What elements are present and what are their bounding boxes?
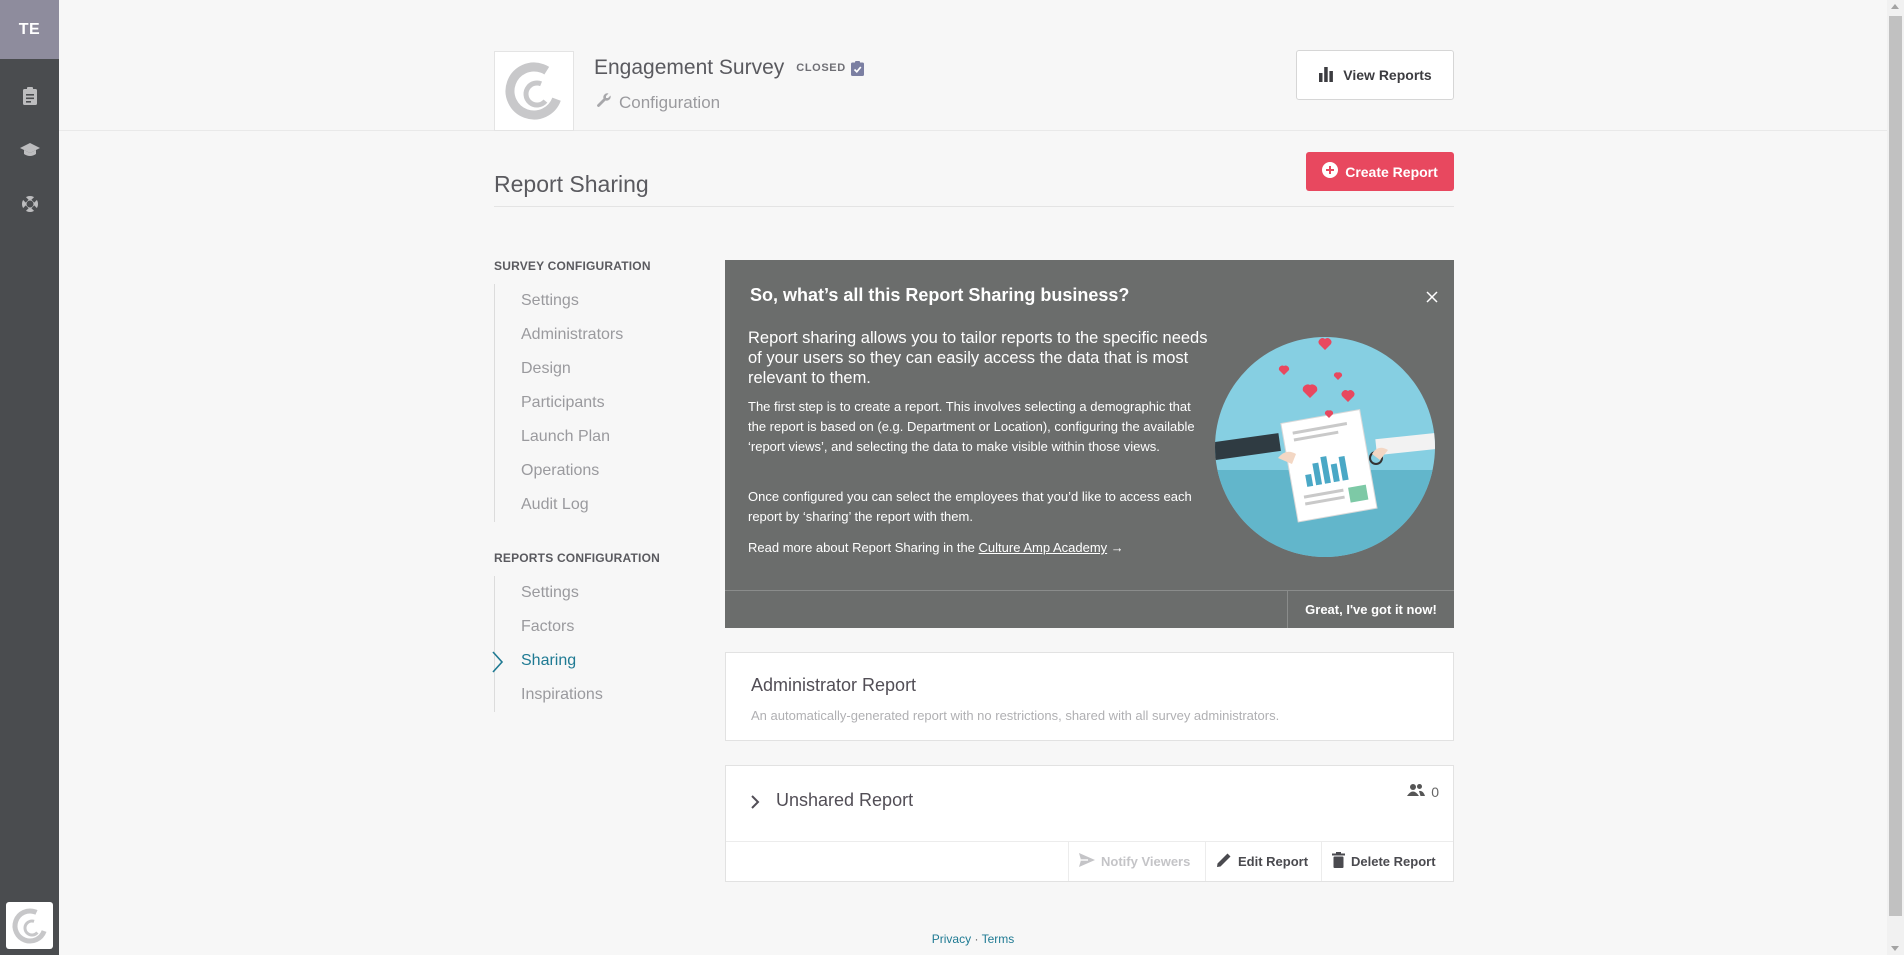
nav-sharing-label: Sharing (521, 652, 577, 669)
nav-participants[interactable]: Participants (495, 386, 654, 420)
graduation-cap-icon[interactable] (0, 123, 59, 177)
clipboard-check-icon (850, 60, 864, 76)
privacy-link[interactable]: Privacy (932, 932, 971, 946)
nav-factors[interactable]: Factors (495, 610, 654, 644)
delete-report-button[interactable]: Delete Report (1321, 842, 1446, 881)
footer-links: Privacy · Terms (0, 932, 1904, 946)
survey-subtitle: Configuration (619, 92, 721, 112)
status-badge: CLOSED (796, 62, 846, 74)
close-icon[interactable] (1426, 290, 1438, 308)
lifebuoy-icon[interactable] (0, 177, 59, 231)
send-icon (1079, 853, 1095, 870)
nav-sharing[interactable]: Sharing (492, 644, 654, 678)
plus-circle-icon (1322, 162, 1339, 181)
page-scrollbar[interactable] (1887, 0, 1904, 955)
scroll-down-arrow-icon[interactable] (1891, 946, 1899, 951)
administrator-report-description: An automatically-generated report with n… (751, 708, 1280, 723)
page-title: Report Sharing (494, 171, 649, 197)
nav-survey-settings[interactable]: Settings (495, 284, 654, 318)
footer-separator: · (971, 932, 982, 946)
nav-report-settings[interactable]: Settings (495, 576, 654, 610)
info-title: So, what’s all this Report Sharing busin… (750, 285, 1130, 305)
survey-configuration-nav: Settings Administrators Design Participa… (494, 284, 654, 522)
info-read-more-arrow: → (1107, 540, 1124, 555)
survey-configuration-heading: SURVEY CONFIGURATION (494, 259, 651, 273)
info-lead: Report sharing allows you to tailor repo… (748, 329, 1208, 387)
info-paragraph-2: Once configured you can select the emplo… (748, 489, 1192, 524)
user-avatar[interactable]: TE (0, 0, 59, 59)
pencil-icon (1216, 852, 1232, 871)
nav-audit-log[interactable]: Audit Log (495, 488, 654, 522)
create-report-label: Create Report (1345, 163, 1438, 180)
survey-subtitle-row: Configuration (596, 92, 720, 113)
notify-viewers-label: Notify Viewers (1101, 854, 1191, 869)
viewer-count: 0 (1407, 783, 1439, 800)
scroll-thumb[interactable] (1889, 16, 1902, 916)
reports-configuration-nav: Settings Factors Sharing Inspirations (492, 576, 654, 712)
delete-report-label: Delete Report (1351, 854, 1436, 869)
create-report-button[interactable]: Create Report (1306, 152, 1454, 191)
administrator-report-card[interactable]: Administrator Report An automatically-ge… (725, 652, 1454, 741)
info-paragraph-3: Read more about Report Sharing in the Cu… (748, 538, 1208, 558)
nav-launch-plan[interactable]: Launch Plan (495, 420, 654, 454)
people-icon (1407, 783, 1426, 800)
chevron-right-icon[interactable] (750, 794, 760, 815)
edit-report-button[interactable]: Edit Report (1205, 842, 1318, 881)
view-reports-label: View Reports (1343, 67, 1432, 83)
title-divider (494, 206, 1454, 207)
bar-chart-icon (1318, 66, 1334, 85)
trash-icon (1332, 852, 1345, 871)
edit-report-label: Edit Report (1238, 854, 1309, 869)
report-sharing-illustration (1208, 330, 1438, 565)
nav-design[interactable]: Design (495, 352, 654, 386)
viewer-count-value: 0 (1431, 783, 1439, 800)
clipboard-icon[interactable] (0, 69, 59, 123)
terms-link[interactable]: Terms (982, 932, 1015, 946)
scroll-up-arrow-icon[interactable] (1891, 4, 1899, 9)
nav-inspirations[interactable]: Inspirations (495, 678, 654, 712)
unshared-report-actions: Notify Viewers Edit Report Delete Report (726, 841, 1453, 881)
info-read-more-prefix: Read more about Report Sharing in the (748, 540, 979, 555)
survey-title: Engagement Survey (594, 56, 785, 79)
info-footer: Great, I've got it now! (725, 590, 1454, 628)
report-sharing-info-panel: So, what’s all this Report Sharing busin… (725, 260, 1454, 628)
got-it-button[interactable]: Great, I've got it now! (1287, 591, 1454, 628)
nav-administrators[interactable]: Administrators (495, 318, 654, 352)
culture-amp-academy-link[interactable]: Culture Amp Academy (979, 540, 1108, 555)
unshared-report-card: Unshared Report 0 Notify Viewers Edit Re… (725, 765, 1454, 882)
reports-configuration-heading: REPORTS CONFIGURATION (494, 551, 660, 565)
info-paragraph-1: The first step is to create a report. Th… (748, 399, 1195, 454)
survey-logo (494, 51, 574, 131)
view-reports-button[interactable]: View Reports (1296, 50, 1454, 100)
nav-operations[interactable]: Operations (495, 454, 654, 488)
left-rail: TE (0, 0, 59, 955)
notify-viewers-button[interactable]: Notify Viewers (1068, 842, 1200, 881)
administrator-report-title: Administrator Report (751, 675, 917, 695)
wrench-icon (596, 92, 612, 113)
header-divider (59, 130, 1887, 131)
unshared-report-title[interactable]: Unshared Report (776, 790, 913, 811)
survey-title-row: Engagement Survey CLOSED (594, 56, 864, 80)
